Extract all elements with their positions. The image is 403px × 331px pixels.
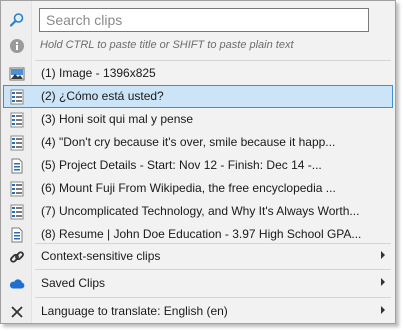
cloud-icon	[9, 276, 25, 292]
search-icon	[9, 12, 25, 28]
search-input[interactable]	[39, 8, 369, 32]
clip-label: (6) Mount Fuji From Wikipedia, the free …	[41, 181, 336, 195]
submenu-arrow-icon	[381, 251, 385, 259]
clip-label: (8) Resume | John Doe Education - 3.97 H…	[41, 227, 362, 241]
separator	[35, 243, 391, 244]
document-icon	[9, 158, 25, 174]
separator	[35, 297, 391, 298]
submenu-arrow-icon	[381, 306, 385, 314]
clip-item-1[interactable]: (1) Image - 1396x825	[3, 62, 393, 85]
clip-item-2[interactable]: (2) ¿Cómo está usted?	[3, 85, 393, 108]
clip-item-6[interactable]: (6) Mount Fuji From Wikipedia, the free …	[3, 177, 393, 200]
menu-item-context-clips[interactable]: Context-sensitive clips	[3, 245, 393, 268]
clip-item-3[interactable]: (3) Honi soit qui mal y pense	[3, 108, 393, 131]
close-icon	[9, 304, 25, 320]
separator	[35, 60, 391, 61]
menu-item-label: Language to translate: English (en)	[41, 304, 228, 318]
clip-label: (5) Project Details - Start: Nov 12 - Fi…	[41, 158, 322, 172]
link-icon	[9, 249, 25, 265]
clip-label: (2) ¿Cómo está usted?	[41, 89, 164, 103]
submenu-arrow-icon	[381, 278, 385, 286]
clip-label: (1) Image - 1396x825	[41, 66, 156, 80]
menu-item-label: Context-sensitive clips	[41, 249, 161, 263]
clip-label: (4) "Don't cry because it's over, smile …	[41, 135, 336, 149]
text-clip-icon	[9, 135, 25, 151]
text-clip-icon	[9, 204, 25, 220]
clip-menu: Hold CTRL to paste title or SHIFT to pas…	[0, 0, 396, 324]
clip-item-5[interactable]: (5) Project Details - Start: Nov 12 - Fi…	[3, 154, 393, 177]
text-clip-icon	[9, 89, 25, 105]
paste-hint: Hold CTRL to paste title or SHIFT to pas…	[40, 39, 294, 51]
clip-label: (3) Honi soit qui mal y pense	[41, 112, 194, 126]
document-icon	[9, 227, 25, 243]
clip-label: (7) Uncomplicated Technology, and Why It…	[41, 204, 360, 218]
menu-item-label: Saved Clips	[41, 276, 106, 290]
menu-item-language[interactable]: Language to translate: English (en)	[3, 300, 393, 323]
separator	[35, 269, 391, 270]
text-clip-icon	[9, 181, 25, 197]
clip-item-4[interactable]: (4) "Don't cry because it's over, smile …	[3, 131, 393, 154]
image-icon	[9, 66, 25, 82]
clip-item-7[interactable]: (7) Uncomplicated Technology, and Why It…	[3, 200, 393, 223]
menu-item-saved-clips[interactable]: Saved Clips	[3, 272, 393, 295]
text-clip-icon	[9, 112, 25, 128]
info-icon	[9, 38, 25, 54]
